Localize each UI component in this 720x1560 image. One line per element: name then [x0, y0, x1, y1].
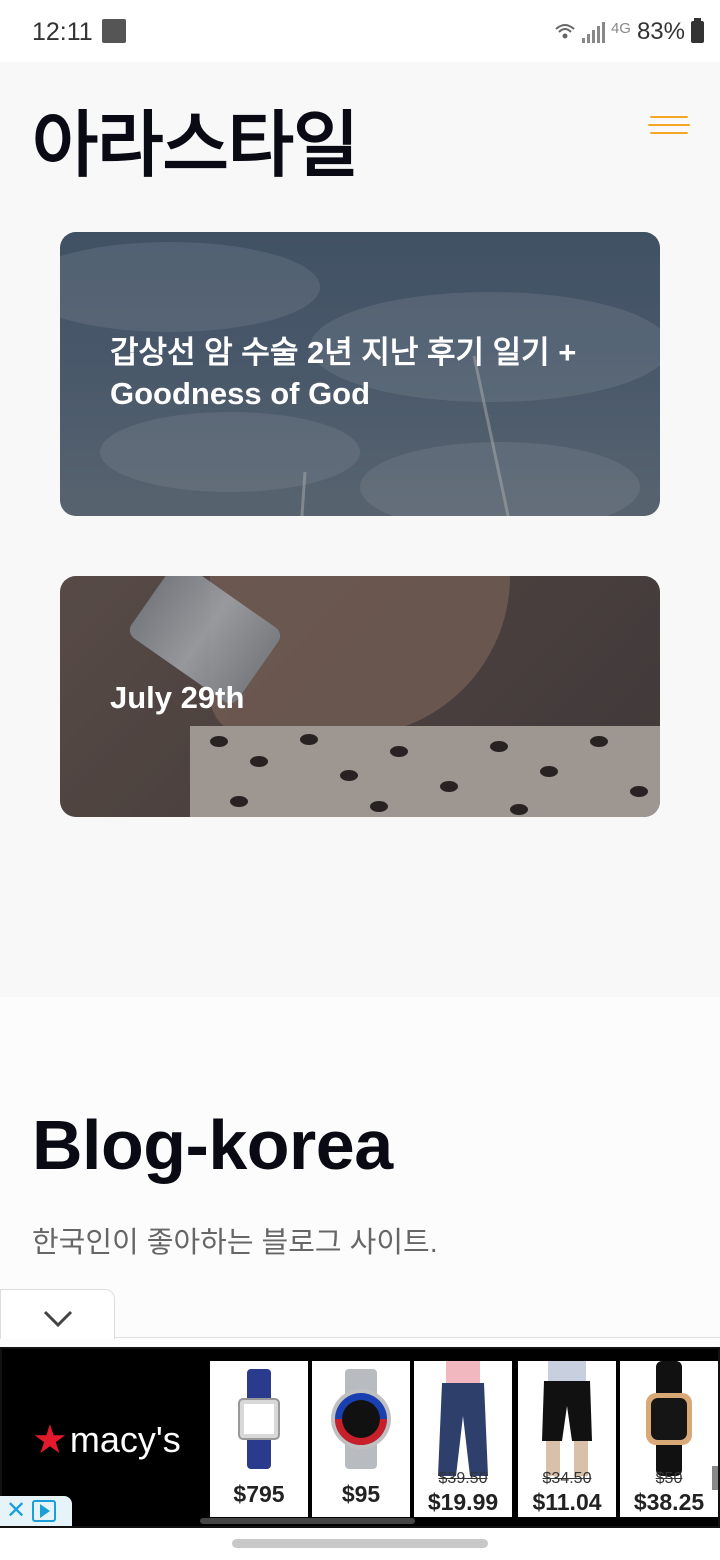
- ad-choices-close-button[interactable]: ✕: [0, 1496, 72, 1526]
- product-price: $11.04: [532, 1489, 602, 1515]
- ad-brand: macy's: [69, 1419, 181, 1460]
- close-icon: ✕: [6, 1497, 27, 1524]
- collapse-ad-button[interactable]: [0, 1289, 115, 1339]
- wristwatch-icon: [210, 1361, 308, 1476]
- ad-scrollbar[interactable]: [200, 1518, 415, 1524]
- adchoices-icon: [32, 1500, 57, 1522]
- wifi-icon: [554, 21, 576, 43]
- ad-product[interactable]: $50 $38.25: [620, 1361, 718, 1517]
- product-price: $95: [341, 1481, 381, 1507]
- ad-product[interactable]: $34.50 $11.04: [518, 1361, 616, 1517]
- signal-icon: [581, 21, 605, 43]
- macys-logo[interactable]: ★ macy's: [32, 1417, 181, 1463]
- ad-product[interactable]: $95: [312, 1361, 410, 1517]
- battery-icon: [691, 18, 704, 43]
- wristwatch-icon: [312, 1361, 410, 1476]
- ad-scroll-thumb[interactable]: [712, 1466, 718, 1490]
- navigation-bar: [0, 1528, 720, 1560]
- home-gesture-handle[interactable]: [232, 1539, 488, 1548]
- hero-section: 아라스타일 갑상선 암 수술 2년 지난 후기 일기 + Goodness of…: [0, 62, 720, 997]
- post-title[interactable]: July 29th: [110, 677, 610, 718]
- blog-heading: Blog-korea: [32, 1106, 393, 1184]
- product-price: $19.99: [427, 1489, 499, 1515]
- smartwatch-icon: [620, 1361, 718, 1476]
- post-title[interactable]: 갑상선 암 수술 2년 지난 후기 일기 + Goodness of God: [110, 332, 610, 414]
- product-old-price: $34.50: [542, 1470, 592, 1487]
- ad-product[interactable]: $795: [210, 1361, 308, 1517]
- shorts-icon: [518, 1361, 616, 1476]
- notification-icon: [102, 19, 126, 43]
- product-old-price: $39.50: [438, 1470, 488, 1487]
- star-icon: ★: [32, 1418, 68, 1462]
- blog-description: 한국인이 좋아하는 블로그 사이트.: [32, 1227, 438, 1259]
- divider: [115, 1337, 720, 1338]
- product-price: $795: [233, 1481, 285, 1507]
- product-old-price: $50: [655, 1470, 683, 1487]
- post-card-2[interactable]: July 29th: [60, 576, 660, 817]
- post-card-1[interactable]: 갑상선 암 수술 2년 지난 후기 일기 + Goodness of God: [60, 232, 660, 516]
- network-type: 4G: [610, 19, 631, 37]
- status-bar: 12:11 4G 83%: [0, 0, 720, 62]
- hamburger-menu-icon[interactable]: [648, 116, 690, 144]
- chevron-down-icon: [43, 1310, 73, 1328]
- status-time: 12:11: [32, 18, 93, 46]
- battery-percent: 83%: [636, 18, 685, 45]
- jeans-icon: [414, 1361, 512, 1476]
- ad-banner[interactable]: ★ macy's $795 $95 $39.50 $19.99 $34.50 $…: [0, 1347, 720, 1528]
- ad-product[interactable]: $39.50 $19.99: [414, 1361, 512, 1517]
- site-title[interactable]: 아라스타일: [32, 86, 359, 191]
- product-price: $38.25: [633, 1489, 705, 1515]
- status-icons: 4G 83%: [554, 16, 704, 48]
